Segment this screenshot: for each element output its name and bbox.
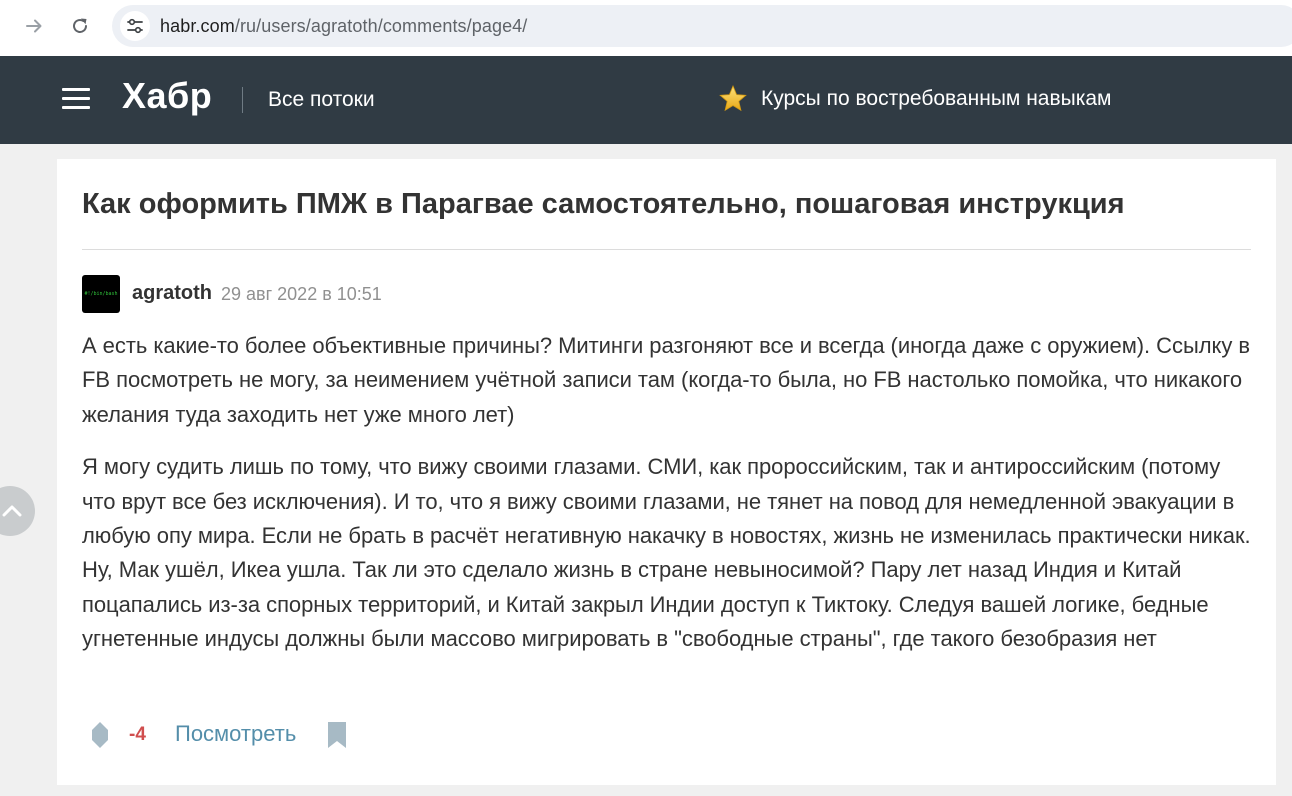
site-header: Хабр Все потоки Курсы по востребованным … bbox=[0, 56, 1292, 144]
comment-paragraph: Я могу судить лишь по тому, что вижу сво… bbox=[82, 454, 1251, 652]
star-icon bbox=[719, 84, 747, 112]
post-title[interactable]: Как оформить ПМЖ в Парагвае самостоятель… bbox=[82, 186, 1252, 222]
title-divider bbox=[82, 249, 1251, 250]
url-host: habr.com bbox=[160, 16, 235, 36]
forward-button[interactable] bbox=[18, 10, 50, 42]
chevron-up-icon bbox=[2, 505, 22, 517]
comment-footer: -4 Посмотреть bbox=[82, 717, 482, 753]
arrow-right-icon bbox=[26, 19, 42, 33]
bookmark-icon[interactable] bbox=[326, 721, 348, 749]
hamburger-icon bbox=[62, 88, 90, 91]
comment-score: -4 bbox=[129, 724, 146, 745]
browser-toolbar: habr.com/ru/users/agratoth/comments/page… bbox=[0, 0, 1292, 56]
address-bar[interactable]: habr.com/ru/users/agratoth/comments/page… bbox=[112, 5, 1292, 47]
comment-card: Как оформить ПМЖ в Парагвае самостоятель… bbox=[57, 159, 1276, 785]
reload-button[interactable] bbox=[64, 10, 96, 42]
avatar-text: #!/bin/bash bbox=[84, 291, 118, 297]
view-comment-link[interactable]: Посмотреть bbox=[175, 721, 296, 747]
hamburger-line bbox=[62, 106, 90, 109]
header-divider bbox=[242, 87, 243, 113]
diamond-vote-icon[interactable] bbox=[90, 721, 110, 749]
scroll-up-button[interactable] bbox=[0, 486, 35, 536]
all-flows-link[interactable]: Все потоки bbox=[268, 88, 375, 112]
url-text[interactable]: habr.com/ru/users/agratoth/comments/page… bbox=[160, 16, 527, 37]
reload-icon bbox=[73, 18, 87, 33]
hamburger-line bbox=[62, 97, 90, 100]
tune-icon bbox=[127, 18, 143, 34]
avatar[interactable]: #!/bin/bash bbox=[82, 275, 120, 313]
site-logo[interactable]: Хабр bbox=[122, 75, 212, 117]
courses-link[interactable]: Курсы по востребованным навыкам bbox=[718, 84, 1112, 114]
site-info-button[interactable] bbox=[120, 11, 150, 41]
url-path: /ru/users/agratoth/comments/page4/ bbox=[234, 16, 528, 36]
menu-button[interactable] bbox=[62, 86, 90, 110]
comment-body: А есть какие-то более объективные причин… bbox=[82, 329, 1257, 675]
courses-label: Курсы по востребованным навыкам bbox=[761, 87, 1112, 110]
comment-author[interactable]: agratoth bbox=[132, 282, 212, 305]
comment-date[interactable]: 29 авг 2022 в 10:51 bbox=[221, 284, 382, 305]
comment-paragraph: А есть какие-то более объективные причин… bbox=[82, 333, 1250, 427]
